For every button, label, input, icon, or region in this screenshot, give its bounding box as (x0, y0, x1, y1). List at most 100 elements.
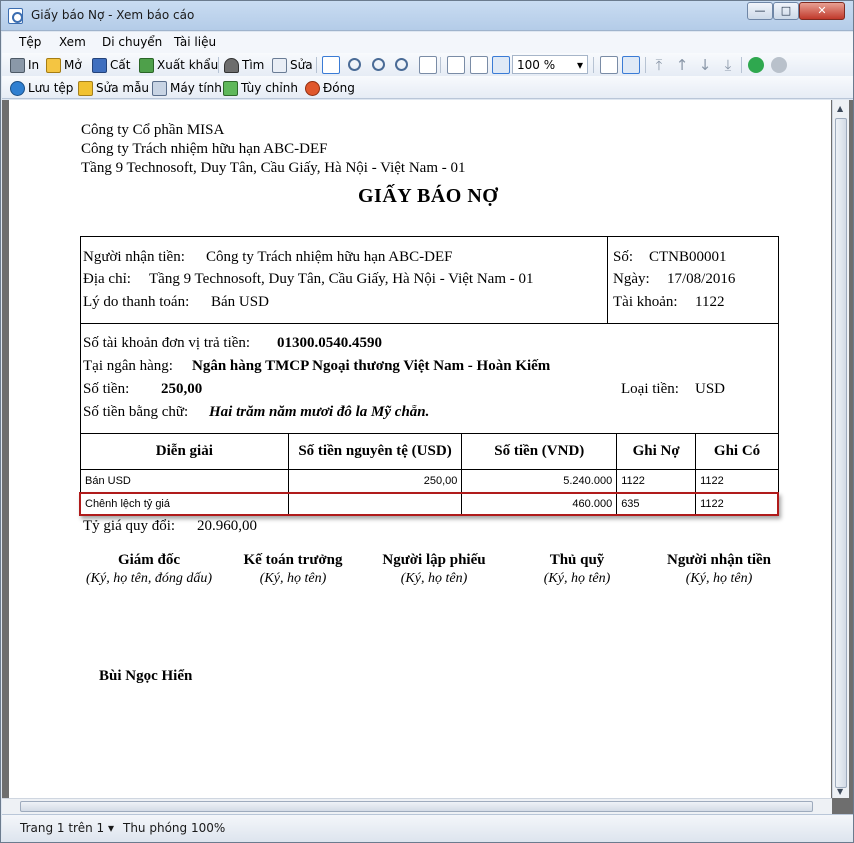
signature-role: Người lập phiếu (382, 552, 486, 568)
single-page-icon[interactable] (600, 56, 618, 74)
next-page-icon[interactable]: ↓ (696, 56, 714, 74)
printer-button[interactable]: Máy tính (152, 79, 222, 97)
scroll-down-icon[interactable]: ▼ (837, 788, 845, 796)
page-indicator[interactable]: Trang 1 trên 1 ▾ (20, 821, 114, 835)
vertical-scroll-thumb[interactable] (835, 118, 847, 788)
recipient-value: Công ty Trách nhiệm hữu hạn ABC-DEF (206, 249, 453, 265)
actual-size-icon[interactable] (492, 56, 510, 74)
currency-label: Loại tiền: (621, 381, 679, 397)
export-button[interactable]: Xuất khẩu (139, 56, 218, 74)
signer-name: Bùi Ngọc Hiển (99, 668, 193, 684)
signature-note: (Ký, họ tên) (259, 571, 327, 586)
save-file-label: Lưu tệp (28, 81, 74, 95)
customize-button[interactable]: Tùy chỉnh (223, 79, 298, 97)
payee-box-divider (607, 236, 608, 324)
last-page-icon[interactable]: ⤓ (719, 56, 737, 74)
payer-account-label: Số tài khoản đơn vị trả tiền: (83, 335, 251, 351)
row-foreign-amount: 250,00 (287, 469, 463, 493)
currency-value: USD (695, 381, 726, 397)
company-address: Tầng 9 Technosoft, Duy Tân, Cầu Giấy, Hà… (81, 160, 466, 176)
zoom-region-icon[interactable] (419, 56, 437, 74)
previous-page-icon[interactable]: ↑ (673, 56, 691, 74)
date-label: Ngày: (613, 271, 650, 287)
recipient-label: Người nhận tiền: (83, 249, 185, 265)
forward-icon[interactable] (771, 57, 787, 73)
report-page: Công ty Cổ phần MISA Công ty Trách nhiệm… (9, 100, 831, 800)
export-icon (139, 57, 154, 73)
menu-navigate[interactable]: Di chuyển (102, 35, 162, 49)
first-page-icon[interactable]: ⤒ (650, 56, 668, 74)
horizontal-scroll-thumb[interactable] (20, 801, 813, 812)
amount-words-value: Hai trăm năm mươi đô la Mỹ chẵn. (209, 404, 430, 420)
horizontal-scrollbar[interactable] (2, 798, 832, 814)
row-credit: 1122 (695, 469, 779, 493)
account-label: Tài khoản: (613, 294, 678, 310)
page-indicator-label: Trang 1 trên 1 (20, 821, 105, 835)
chevron-down-icon: ▾ (576, 57, 583, 72)
edit-template-button[interactable]: Sửa mẫu (78, 79, 149, 97)
menu-file[interactable]: Tệp (19, 35, 41, 49)
minimize-button[interactable]: — (747, 2, 773, 20)
computer-icon (152, 80, 167, 96)
power-icon (305, 80, 320, 96)
amount-label: Số tiền: (83, 381, 130, 397)
vertical-scrollbar[interactable]: ▲ ▼ (832, 100, 849, 798)
toolbar-separator (593, 57, 594, 73)
rate-value: 20.960,00 (197, 518, 257, 534)
save-file-button[interactable]: Lưu tệp (10, 79, 73, 97)
company-name: Công ty Cổ phần MISA (81, 122, 225, 138)
open-label: Mở (64, 58, 82, 72)
table-row: Bán USD 250,00 5.240.000 1122 1122 (80, 469, 779, 493)
signature-role: Người nhận tiền (667, 552, 771, 568)
scroll-up-icon[interactable]: ▲ (837, 105, 845, 113)
save-button[interactable]: Cất (92, 56, 130, 74)
edit-button[interactable]: Sửa (272, 56, 313, 74)
signature-recipient: Người nhận tiền (Ký, họ tên) (649, 552, 789, 587)
signature-note: (Ký, họ tên) (400, 571, 468, 586)
hand-tool-icon[interactable] (322, 56, 340, 74)
app-icon (8, 8, 23, 24)
open-button[interactable]: Mở (46, 56, 82, 74)
edit-page-icon (272, 57, 287, 73)
continuous-page-icon[interactable] (622, 56, 640, 74)
row-vnd-amount: 5.240.000 (461, 469, 618, 493)
report-viewer-window: Giấy báo Nợ - Xem báo cáo — □ ✕ Tệp Xem … (0, 0, 854, 843)
signature-chief-accountant: Kế toán trưởng (Ký, họ tên) (223, 552, 363, 587)
maximize-button[interactable]: □ (773, 2, 799, 20)
floppy-disk-icon (92, 57, 107, 73)
back-icon[interactable] (748, 57, 764, 73)
report-viewer[interactable]: Công ty Cổ phần MISA Công ty Trách nhiệm… (2, 100, 853, 814)
zoom-in-icon[interactable] (372, 58, 385, 71)
col-vnd-amount: Số tiền (VND) (461, 433, 618, 470)
bank-label: Tại ngân hàng: (83, 358, 173, 374)
close-button[interactable]: ✕ (799, 2, 845, 20)
row-debit: 1122 (616, 469, 697, 493)
amount-words-label: Số tiền bằng chữ: (83, 404, 189, 420)
address-value: Tầng 9 Technosoft, Duy Tân, Cầu Giấy, Hà… (149, 271, 534, 287)
toolbar-separator (645, 57, 646, 73)
status-bar: Trang 1 trên 1 ▾ Thu phóng 100% (2, 814, 853, 842)
window-title: Giấy báo Nợ - Xem báo cáo (31, 8, 195, 22)
col-credit: Ghi Có (695, 433, 779, 470)
number-value: CTNB00001 (649, 249, 727, 265)
close-report-button[interactable]: Đóng (305, 79, 355, 97)
customize-label: Tùy chỉnh (241, 81, 298, 95)
zoom-out-icon[interactable] (395, 58, 408, 71)
zoom-indicator: Thu phóng 100% (123, 821, 226, 835)
page-width-icon[interactable] (447, 56, 465, 74)
zoom-tool-icon[interactable] (348, 58, 361, 71)
row-description: Bán USD (80, 469, 289, 493)
print-button[interactable]: In (10, 56, 39, 74)
whole-page-icon[interactable] (470, 56, 488, 74)
menu-view[interactable]: Xem (59, 35, 86, 49)
payer-account-value: 01300.0540.4590 (277, 335, 382, 351)
print-label: In (28, 58, 40, 72)
rate-label: Tỷ giá quy đổi: (83, 518, 176, 534)
pencil-ruler-icon (78, 80, 93, 96)
zoom-select[interactable]: 100 % ▾ (512, 55, 588, 74)
find-button[interactable]: Tìm (224, 56, 264, 74)
folder-open-icon (46, 57, 61, 73)
main-toolbar: In Mở Cất Xuất khẩu Tìm Sửa 100 % ▾ ⤒ ↑ … (2, 53, 853, 76)
bank-value: Ngân hàng TMCP Ngoại thương Việt Nam - H… (192, 358, 551, 374)
menu-document[interactable]: Tài liệu (174, 35, 216, 49)
